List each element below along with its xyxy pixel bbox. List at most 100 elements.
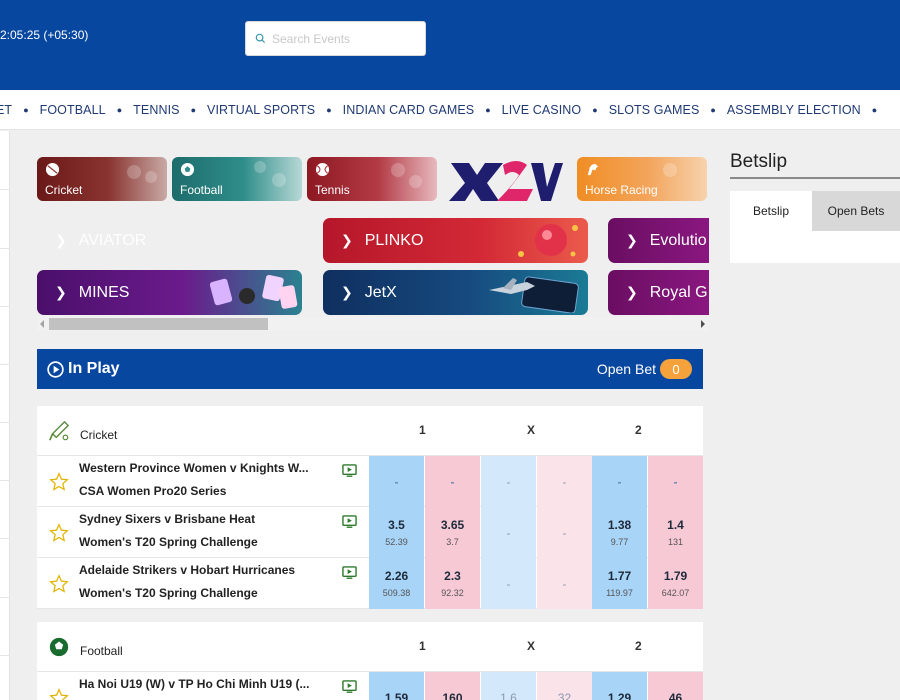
odds-cell[interactable]: 1.29	[592, 672, 647, 700]
odds-cell[interactable]: -	[648, 456, 703, 507]
scroll-thumb[interactable]	[49, 318, 268, 330]
open-bet-count-badge: 0	[660, 359, 692, 379]
tab-betslip[interactable]: Betslip	[730, 191, 812, 231]
in-play-title: In Play	[68, 360, 120, 377]
odds-cell[interactable]: -	[537, 507, 592, 558]
odds-price: 1.4	[667, 518, 684, 532]
live-tv-icon[interactable]	[342, 566, 357, 579]
main-nav: ET ● FOOTBALL ● TENNIS ● VIRTUAL SPORTS …	[0, 90, 900, 130]
col-header-x: X	[527, 423, 536, 437]
star-icon[interactable]	[49, 688, 69, 700]
banner-aviator[interactable]: ❯ AVIATOR	[37, 218, 302, 263]
jetx-plane-art	[489, 276, 579, 313]
sidebar-divider	[0, 597, 10, 598]
open-bet-button[interactable]: Open Bet 0	[597, 359, 692, 379]
football-icon	[49, 637, 69, 657]
odds-cell[interactable]: -	[481, 456, 536, 507]
odds-cell[interactable]: 1.38 9.77	[592, 507, 647, 558]
odds-cell[interactable]: -	[481, 507, 536, 558]
t20-world-cup-logo[interactable]	[447, 155, 565, 203]
cricket-market: Cricket 1 X 2 Western Province Women v K…	[37, 406, 703, 609]
competition-name: CSA Women Pro20 Series	[79, 484, 227, 498]
banner-jetx[interactable]: ❯ JetX	[323, 270, 588, 315]
event-name[interactable]: Sydney Sixers v Brisbane Heat	[79, 512, 334, 526]
live-tv-icon[interactable]	[342, 680, 357, 693]
nav-item-et[interactable]: ET	[0, 103, 12, 117]
odds-cell[interactable]: -	[537, 558, 592, 609]
scroll-left-arrow[interactable]	[40, 320, 44, 328]
star-icon[interactable]	[49, 523, 69, 543]
left-sidebar	[0, 131, 10, 700]
tile-tennis[interactable]: Tennis	[307, 157, 437, 201]
tennis-ball-icon	[315, 162, 330, 177]
odds-cell[interactable]: 1.6	[481, 672, 536, 700]
live-tv-icon[interactable]	[342, 515, 357, 528]
tile-label: Cricket	[45, 183, 83, 197]
odds-cell[interactable]: 32	[537, 672, 592, 700]
search-box[interactable]	[245, 21, 426, 56]
odds-cell[interactable]: -	[592, 456, 647, 507]
nav-separator: ●	[23, 105, 29, 115]
odds-cell[interactable]: 3.65 3.7	[425, 507, 480, 558]
search-input[interactable]	[272, 31, 422, 46]
mines-cards-art	[209, 274, 298, 309]
banner-plinko[interactable]: ❯ PLINKO	[323, 218, 588, 263]
banner-label: Royal G	[649, 283, 708, 301]
ball-decor	[127, 165, 141, 179]
odds-price: -	[394, 474, 399, 489]
odds-cell[interactable]: 1.79 642.07	[648, 558, 703, 609]
odds-price: -	[506, 525, 511, 540]
nav-item-indian-card-games[interactable]: INDIAN CARD GAMES	[343, 103, 475, 117]
odds-cell[interactable]: -	[537, 456, 592, 507]
nav-item-tennis[interactable]: TENNIS	[133, 103, 179, 117]
odds-volume: 119.97	[606, 588, 633, 598]
odds-cell[interactable]: -	[369, 456, 424, 507]
tile-football[interactable]: Football	[172, 157, 302, 201]
col-header-2: 2	[635, 639, 642, 653]
odds-price: -	[562, 576, 567, 591]
open-bet-label: Open Bet	[596, 361, 656, 377]
banner-royal-gaming[interactable]: ❯ Royal G	[608, 270, 709, 315]
live-tv-icon[interactable]	[342, 464, 357, 477]
odds-cell[interactable]: 2.26 509.38	[369, 558, 424, 609]
odds-price: 160	[442, 690, 463, 700]
tile-cricket[interactable]: Cricket	[37, 157, 167, 201]
odds-cell[interactable]: 2.3 92.32	[425, 558, 480, 609]
tab-open-bets[interactable]: Open Bets	[812, 191, 900, 231]
odds-cell[interactable]: -	[425, 456, 480, 507]
table-row: Ha Noi U19 (W) v TP Ho Chi Minh U19 (...…	[37, 672, 703, 700]
play-circle-icon	[47, 360, 64, 378]
event-name[interactable]: Western Province Women v Knights W...	[79, 461, 334, 475]
nav-item-live-casino[interactable]: LIVE CASINO	[502, 103, 582, 117]
odds-cell[interactable]: 1.59	[369, 672, 424, 700]
odds-volume: 52.39	[385, 537, 408, 547]
nav-item-assembly-election[interactable]: ASSEMBLY ELECTION	[727, 103, 861, 117]
nav-item-slots-games[interactable]: SLOTS GAMES	[609, 103, 700, 117]
odds-cell[interactable]: 46	[648, 672, 703, 700]
scroll-right-arrow[interactable]	[701, 320, 705, 328]
tile-label: Horse Racing	[585, 183, 658, 197]
competition-name: Women's T20 Spring Challenge	[79, 535, 258, 549]
odds-cell[interactable]: 3.5 52.39	[369, 507, 424, 558]
odds-cell[interactable]: -	[481, 558, 536, 609]
odds-cell[interactable]: 1.77 119.97	[592, 558, 647, 609]
betslip-title: Betslip	[730, 151, 788, 172]
event-name[interactable]: Adelaide Strikers v Hobart Hurricanes	[79, 563, 334, 577]
banner-mines[interactable]: ❯ MINES	[37, 270, 302, 315]
table-row: Western Province Women v Knights W... CSA…	[37, 456, 703, 507]
odds-cell[interactable]: 1.4 131	[648, 507, 703, 558]
horizontal-scrollbar[interactable]	[37, 317, 709, 331]
star-icon[interactable]	[49, 472, 69, 492]
nav-separator: ●	[116, 105, 123, 115]
market-header: Football 1 X 2	[37, 622, 703, 672]
banner-evolution[interactable]: ❯ Evolutio	[608, 218, 709, 263]
chevron-right-icon: ❯	[341, 284, 353, 300]
tile-horse-racing[interactable]: Horse Racing	[577, 157, 707, 201]
ball-decor	[145, 171, 157, 183]
odds-cell[interactable]: 160	[425, 672, 480, 700]
nav-item-football[interactable]: FOOTBALL	[40, 103, 106, 117]
star-icon[interactable]	[49, 574, 69, 594]
event-name[interactable]: Ha Noi U19 (W) v TP Ho Chi Minh U19 (...	[79, 677, 334, 691]
odds-volume: 642.07	[661, 588, 690, 598]
nav-item-virtual-sports[interactable]: VIRTUAL SPORTS	[207, 103, 315, 117]
